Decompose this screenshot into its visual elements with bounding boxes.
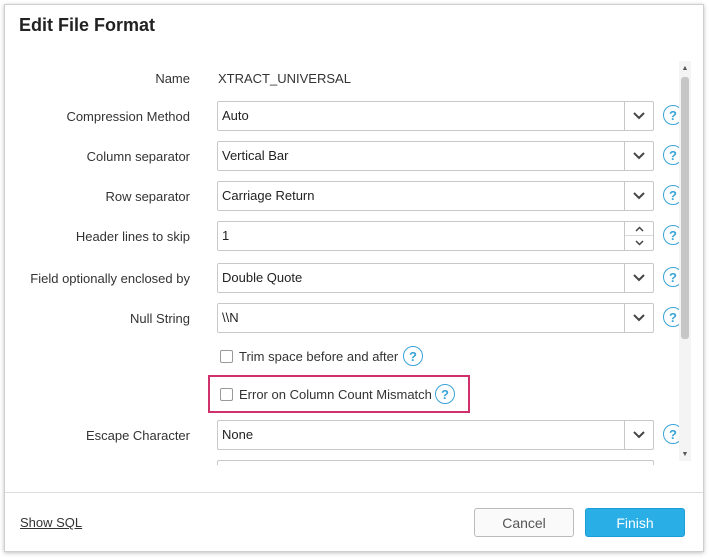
chevron-down-icon[interactable]	[624, 142, 653, 170]
column-separator-label: Column separator	[86, 149, 190, 164]
null-string-selected: \\N	[222, 310, 239, 325]
header-lines-stepper[interactable]: 1	[217, 221, 654, 251]
enclosed-by-selected: Double Quote	[222, 270, 303, 285]
escape-char-select[interactable]: None	[217, 420, 654, 450]
compression-row: Compression Method Auto ?	[5, 101, 685, 133]
enclosed-by-label: Field optionally enclosed by	[30, 271, 190, 286]
chevron-down-icon[interactable]	[624, 264, 653, 292]
name-value: XTRACT_UNIVERSAL	[218, 71, 351, 86]
chevron-down-icon[interactable]	[624, 102, 653, 130]
error-mismatch-option[interactable]: Error on Column Count Mismatch ?	[220, 384, 470, 408]
column-separator-row: Column separator Vertical Bar ?	[5, 141, 685, 173]
row-separator-row: Row separator Carriage Return ?	[5, 181, 685, 213]
scroll-down-icon[interactable]: ▼	[679, 449, 691, 459]
next-field-select[interactable]	[217, 460, 654, 465]
chevron-down-icon[interactable]	[624, 304, 653, 332]
null-string-label: Null String	[130, 311, 190, 326]
column-separator-selected: Vertical Bar	[222, 148, 289, 163]
name-label: Name	[155, 71, 190, 86]
row-separator-selected: Carriage Return	[222, 188, 315, 203]
row-separator-label: Row separator	[105, 189, 190, 204]
compression-label: Compression Method	[66, 109, 190, 124]
stepper-buttons	[624, 222, 653, 250]
compression-select[interactable]: Auto	[217, 101, 654, 131]
header-lines-row: Header lines to skip 1 ?	[5, 221, 685, 253]
name-row: Name XTRACT_UNIVERSAL	[5, 63, 685, 95]
escape-char-selected: None	[222, 427, 254, 442]
show-sql-link[interactable]: Show SQL	[20, 515, 82, 530]
dialog-title: Edit File Format	[19, 15, 156, 35]
cancel-button[interactable]: Cancel	[474, 508, 574, 537]
next-field-row	[5, 460, 685, 465]
compression-selected: Auto	[222, 108, 249, 123]
enclosed-by-select[interactable]: Double Quote	[217, 263, 654, 293]
vertical-scrollbar[interactable]: ▲ ▼	[679, 61, 691, 461]
chevron-down-icon[interactable]	[624, 182, 653, 210]
trim-space-label: Trim space before and after	[239, 349, 399, 364]
column-separator-select[interactable]: Vertical Bar	[217, 141, 654, 171]
scroll-up-icon[interactable]: ▲	[679, 63, 691, 73]
error-mismatch-checkbox[interactable]	[220, 388, 233, 401]
escape-char-row: Escape Character None ?	[5, 420, 685, 452]
enclosed-by-row: Field optionally enclosed by Double Quot…	[5, 263, 685, 295]
error-mismatch-label: Error on Column Count Mismatch	[239, 387, 432, 402]
trim-space-checkbox[interactable]	[220, 350, 233, 363]
footer-divider	[5, 492, 703, 493]
header-lines-value: 1	[222, 228, 230, 243]
help-icon[interactable]: ?	[403, 346, 423, 366]
chevron-up-icon[interactable]	[625, 222, 653, 236]
scrollbar-thumb[interactable]	[681, 77, 689, 339]
row-separator-select[interactable]: Carriage Return	[217, 181, 654, 211]
chevron-down-icon[interactable]	[625, 236, 653, 250]
edit-file-format-dialog: Edit File Format Name XTRACT_UNIVERSAL C…	[4, 4, 704, 552]
chevron-down-icon[interactable]	[624, 421, 653, 449]
help-icon[interactable]: ?	[435, 384, 455, 404]
null-string-select[interactable]: \\N	[217, 303, 654, 333]
form-content: Name XTRACT_UNIVERSAL Compression Method…	[5, 55, 703, 465]
finish-button[interactable]: Finish	[585, 508, 685, 537]
escape-char-label: Escape Character	[85, 428, 190, 443]
trim-space-option[interactable]: Trim space before and after ?	[220, 346, 460, 370]
null-string-row: Null String \\N ?	[5, 303, 685, 335]
header-lines-label: Header lines to skip	[75, 229, 190, 244]
